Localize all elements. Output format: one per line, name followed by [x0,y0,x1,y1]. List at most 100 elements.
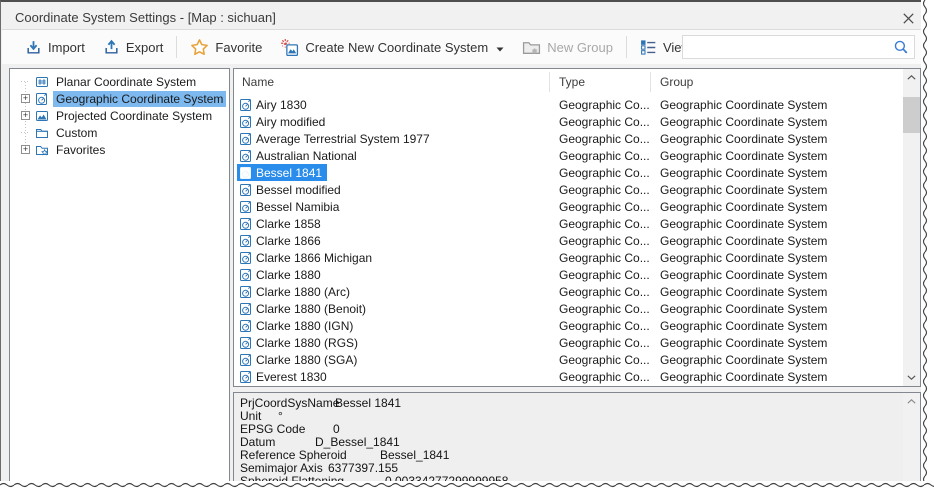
row-group-cell: Geographic Coordinate System [660,115,827,129]
list-row[interactable]: Clarke 1866 MichiganGeographic Co...Geog… [234,249,903,266]
list-row[interactable]: Everest 1830Geographic Co...Geographic C… [234,368,903,385]
sidebar-item[interactable]: +Geographic Coordinate System [10,90,229,107]
row-name-cell[interactable]: Airy 1830 [237,96,312,113]
list-row[interactable]: Bessel modifiedGeographic Co...Geographi… [234,181,903,198]
list-row[interactable]: Airy modifiedGeographic Co...Geographic … [234,113,903,130]
coordinate-system-tree-panel: Planar Coordinate System+Geographic Coor… [9,68,230,488]
favorite-button[interactable]: Favorite [181,34,271,60]
row-name-cell[interactable]: Clarke 1880 (Benoit) [237,300,371,317]
row-group-cell: Geographic Coordinate System [660,234,827,248]
list-row[interactable]: Bessel 1841Geographic Co...Geographic Co… [234,164,903,181]
column-header-type[interactable]: Type [559,75,585,89]
geographic-coordinate-icon [239,268,253,282]
row-name-label: Bessel Namibia [256,200,339,214]
detail-value: 0.00334277299999958 [385,474,508,488]
chevron-down-icon[interactable] [496,40,504,55]
expand-plus-icon[interactable]: + [21,111,30,120]
row-name-label: Clarke 1880 [256,268,321,282]
detail-value: Bessel_1841 [380,448,449,462]
sidebar-item-label: Projected Coordinate System [53,108,215,124]
geographic-coordinate-icon [239,251,253,265]
row-name-cell[interactable]: Clarke 1866 Michigan [237,249,377,266]
expand-plus-icon[interactable]: + [21,94,30,103]
list-row[interactable]: Clarke 1880 (Benoit)Geographic Co...Geog… [234,300,903,317]
geographic-coordinate-icon [239,166,253,180]
row-name-cell[interactable]: Bessel modified [237,181,346,198]
scroll-down-icon[interactable] [903,369,920,386]
detail-value: ° [278,409,283,423]
search-icon[interactable] [893,39,910,56]
list-row[interactable]: Clarke 1858Geographic Co...Geographic Co… [234,215,903,232]
row-name-label: Clarke 1858 [256,217,321,231]
row-type-cell: Geographic Co... [559,132,650,146]
row-name-cell[interactable]: Clarke 1880 (SGA) [237,351,362,368]
list-row[interactable]: Average Terrestrial System 1977 Geographi… [234,130,903,147]
row-name-cell[interactable]: Australian National [237,147,362,164]
geographic-coordinate-icon [239,217,253,231]
sidebar-item[interactable]: Custom [10,124,229,141]
geographic-coordinate-icon [239,132,253,146]
sidebar-item-label: Planar Coordinate System [53,74,199,90]
row-group-cell: Geographic Coordinate System [660,132,827,146]
expand-plus-icon[interactable]: + [21,145,30,154]
list-row[interactable]: Australian NationalGeographic Co...Geogr… [234,147,903,164]
list-row[interactable]: Clarke 1880 (Arc)Geographic Co...Geograp… [234,283,903,300]
import-icon [25,39,42,56]
column-header-group[interactable]: Group [660,75,693,89]
import-button[interactable]: Import [16,34,94,60]
torn-edge-right [921,0,934,495]
column-header-name[interactable]: Name [242,75,274,89]
scrollbar-thumb[interactable] [903,97,920,133]
list-row[interactable]: Clarke 1866Geographic Co...Geographic Co… [234,232,903,249]
projected-coordinate-icon [34,108,49,123]
row-name-cell[interactable]: Clarke 1880 (RGS) [237,334,363,351]
create-new-coordinate-system-button[interactable]: Create New Coordinate System [271,34,513,60]
detail-value: 6377397.155 [328,461,398,475]
close-button[interactable] [899,9,917,27]
row-name-cell[interactable]: Airy modified [237,113,330,130]
row-name-cell[interactable]: Clarke 1866 [237,232,326,249]
list-vertical-scrollbar[interactable] [903,69,920,386]
new-group-button[interactable]: New Group [513,34,622,60]
row-name-cell[interactable]: Clarke 1880 (Arc) [237,283,355,300]
detail-label: Prime Meridian [240,487,321,495]
row-name-cell[interactable]: Bessel Namibia [237,198,344,215]
sidebar-item[interactable]: + Projected Coordinate System [10,107,229,124]
row-type-cell: Geographic Co... [559,200,650,214]
export-button[interactable]: Export [94,34,173,60]
column-separator[interactable] [549,72,550,92]
sidebar-item[interactable]: Planar Coordinate System [10,73,229,90]
detail-value: D_Bessel_1841 [315,435,400,449]
row-name-cell[interactable]: Clarke 1880 [237,266,326,283]
detail-row: Spheroid Flattening0.00334277299999958 [240,474,900,487]
scroll-up-icon[interactable] [903,393,920,410]
list-row[interactable]: Clarke 1880Geographic Co...Geographic Co… [234,266,903,283]
row-name-cell[interactable]: Everest 1830 [237,368,332,385]
details-vertical-scrollbar[interactable] [903,393,920,491]
row-name-cell[interactable]: Clarke 1880 (IGN) [237,317,358,334]
sidebar-item[interactable]: +Favorites [10,141,229,158]
scroll-up-icon[interactable] [903,69,920,86]
column-separator[interactable] [650,72,651,92]
list-row[interactable]: Clarke 1880 (IGN)Geographic Co...Geograp… [234,317,903,334]
row-name-label: Clarke 1880 (IGN) [256,319,353,333]
list-row[interactable]: Bessel NamibiaGeographic Co...Geographic… [234,198,903,215]
detail-value: Bessel 1841 [335,396,401,410]
row-type-cell: Geographic Co... [559,336,650,350]
row-name-cell[interactable]: Bessel 1841 [237,164,327,181]
row-type-cell: Geographic Co... [559,98,650,112]
row-name-cell[interactable]: Average Terrestrial System 1977 [237,130,435,147]
new-group-icon [522,38,541,57]
planar-coordinate-icon [34,74,49,89]
row-name-label: Airy modified [256,115,325,129]
row-type-cell: Geographic Co... [559,149,650,163]
row-type-cell: Geographic Co... [559,183,650,197]
list-row[interactable]: Clarke 1880 (RGS)Geographic Co...Geograp… [234,334,903,351]
geographic-coordinate-icon [239,200,253,214]
row-name-cell[interactable]: Clarke 1858 [237,215,326,232]
list-row[interactable]: Airy 1830Geographic Co...Geographic Coor… [234,96,903,113]
geographic-coordinate-icon [239,98,253,112]
list-body: Airy 1830 Geographic Co... Geographic Coor… [234,96,903,385]
search-input[interactable] [683,37,893,57]
list-row[interactable]: Clarke 1880 (SGA)Geographic Co...Geograp… [234,351,903,368]
